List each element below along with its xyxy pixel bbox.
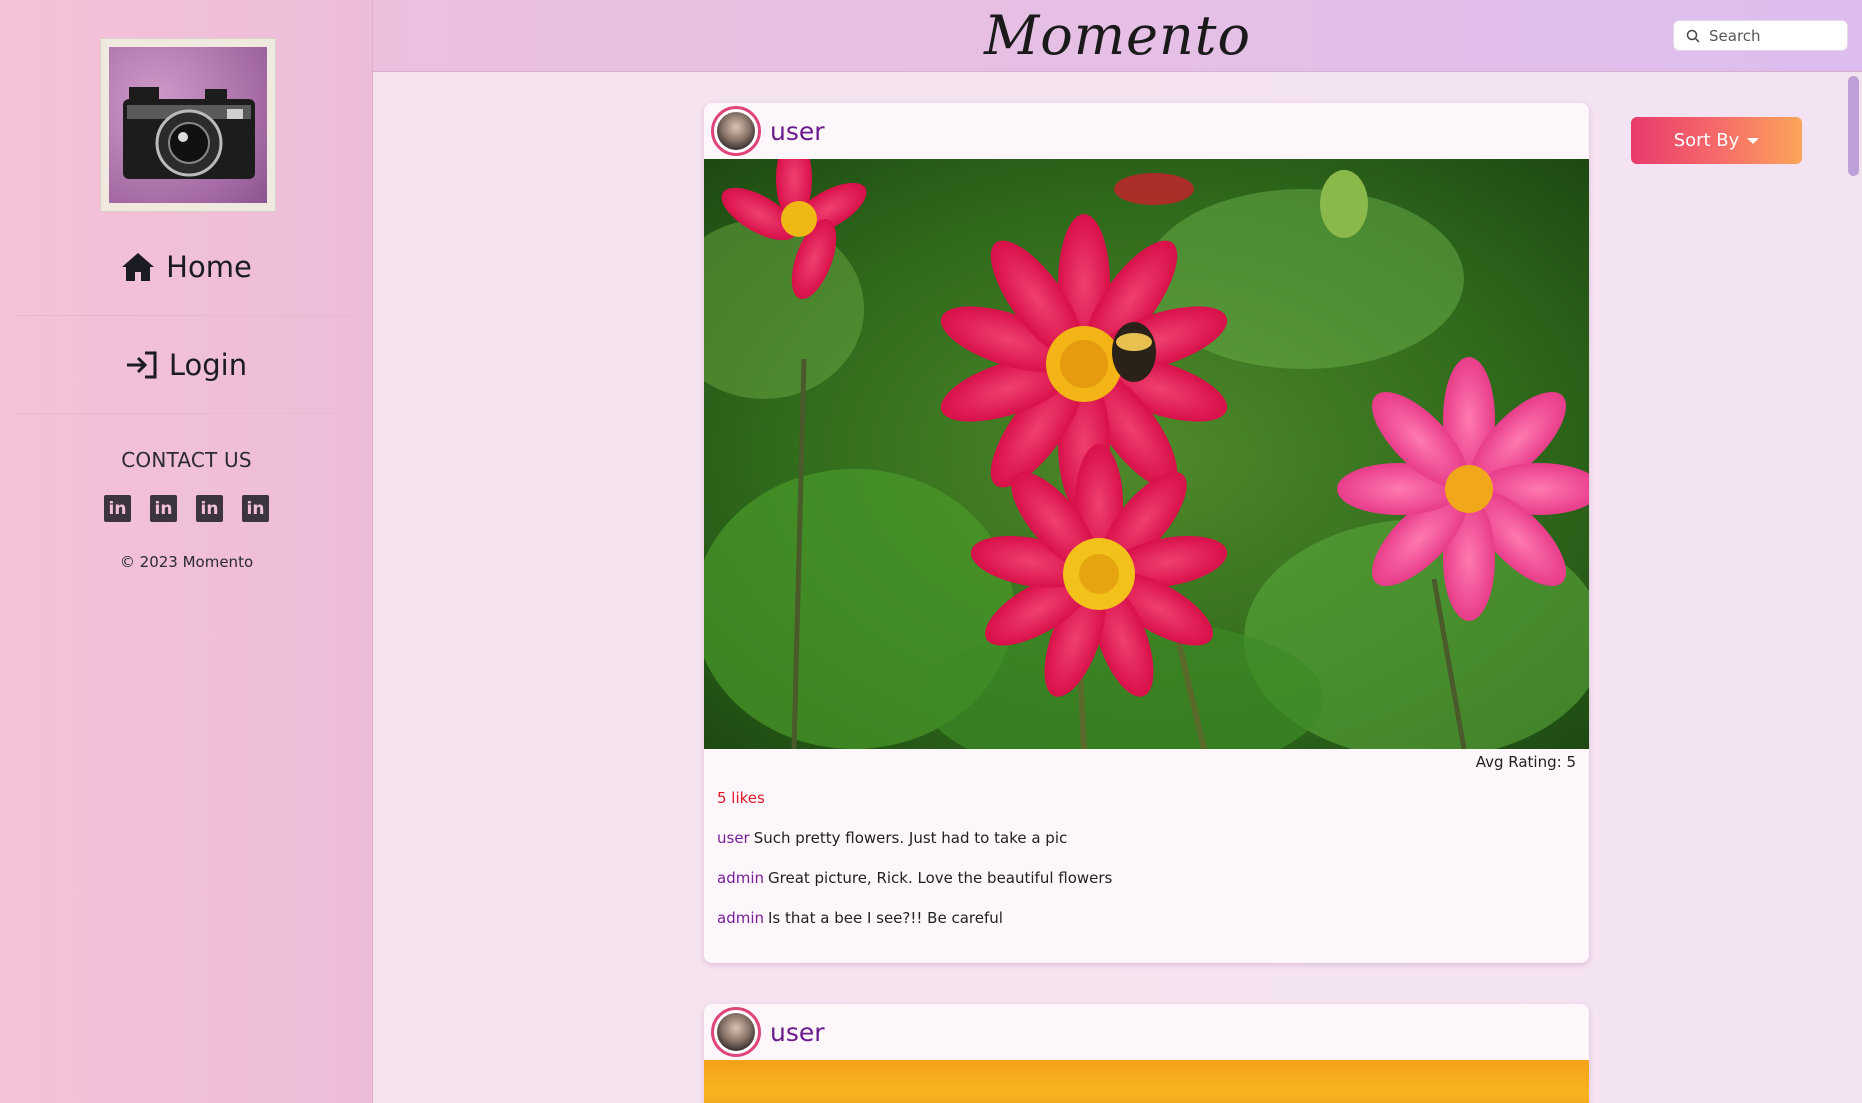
post-image[interactable] <box>704 1060 1589 1103</box>
copyright: © 2023 Momento <box>0 553 373 571</box>
brand-title: Momento <box>984 4 1251 67</box>
sidebar-item-login[interactable]: Login <box>16 316 356 414</box>
scrollbar-thumb[interactable] <box>1848 76 1859 176</box>
post-username[interactable]: user <box>770 117 825 146</box>
sidebar: Home Login CONTACT US in in in in © 2023… <box>0 0 373 1103</box>
camera-logo[interactable] <box>100 38 276 212</box>
sidebar-item-label: Login <box>168 347 248 382</box>
sidebar-item-label: Home <box>166 249 252 284</box>
linkedin-icon[interactable]: in <box>196 495 223 522</box>
search-icon <box>1686 29 1700 43</box>
comment-item: admin Great picture, Rick. Love the beaut… <box>704 869 1589 887</box>
post-header: user <box>704 1004 1589 1060</box>
home-icon <box>122 252 155 281</box>
sort-by-label: Sort By <box>1673 130 1740 151</box>
comment-username[interactable]: admin <box>717 869 764 887</box>
comment-text: Great picture, Rick. Love the beautiful … <box>768 869 1113 887</box>
avatar[interactable] <box>711 106 761 156</box>
avatar-image <box>717 112 755 150</box>
linkedin-icon[interactable]: in <box>242 495 269 522</box>
comment-text: Such pretty flowers. Just had to take a … <box>753 829 1068 847</box>
linkedin-icon[interactable]: in <box>150 495 177 522</box>
post-header: user <box>704 103 1589 159</box>
comment-username[interactable]: admin <box>717 909 764 927</box>
post-image[interactable] <box>704 159 1589 749</box>
avg-rating: Avg Rating: 5 <box>1475 753 1576 771</box>
camera-icon <box>123 87 255 179</box>
avatar-image <box>717 1013 755 1051</box>
search-box[interactable] <box>1673 20 1848 51</box>
search-input[interactable] <box>1709 26 1839 45</box>
comment-item: user Such pretty flowers. Just had to tak… <box>704 829 1589 847</box>
feed-area: Sort By user Avg Rating: 5 5 likes user … <box>373 72 1843 1103</box>
copyright-icon: © <box>119 553 135 571</box>
comment-username[interactable]: user <box>717 829 750 847</box>
top-header: Momento <box>373 0 1862 72</box>
copyright-text: 2023 Momento <box>139 553 254 571</box>
comment-text: Is that a bee I see?!! Be careful <box>768 909 1003 927</box>
flower-photo <box>704 159 1589 749</box>
comment-item: admin Is that a bee I see?!! Be careful <box>704 909 1589 927</box>
sidebar-item-home[interactable]: Home <box>16 218 356 316</box>
page-scrollbar[interactable] <box>1843 72 1862 1103</box>
contact-us-heading: CONTACT US <box>121 448 252 472</box>
likes-count[interactable]: 5 likes <box>704 789 1589 807</box>
post-card: user <box>704 1004 1589 1103</box>
linkedin-icon[interactable]: in <box>104 495 131 522</box>
login-icon <box>126 351 157 378</box>
post-card: user <box>704 103 1589 963</box>
caret-down-icon <box>1747 137 1760 144</box>
avatar[interactable] <box>711 1007 761 1057</box>
sort-by-button[interactable]: Sort By <box>1631 117 1802 164</box>
social-links: in in in in <box>0 495 373 522</box>
post-username[interactable]: user <box>770 1018 825 1047</box>
